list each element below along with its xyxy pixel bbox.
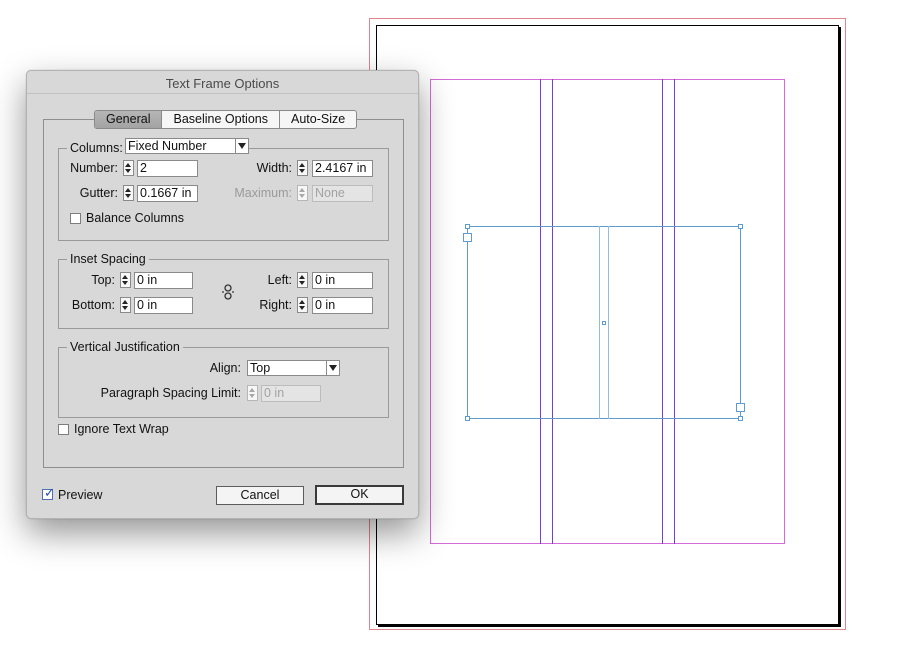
resize-handle-top-right[interactable] bbox=[738, 224, 743, 229]
ignore-text-wrap-checkbox[interactable] bbox=[58, 424, 69, 435]
tab-general[interactable]: General bbox=[95, 111, 163, 128]
inset-bottom-field[interactable]: 0 in bbox=[134, 297, 193, 314]
maximum-stepper bbox=[297, 185, 308, 201]
preview-label: Preview bbox=[58, 488, 103, 502]
inset-right-field[interactable]: 0 in bbox=[312, 297, 373, 314]
inset-bottom-stepper[interactable] bbox=[120, 297, 131, 313]
text-frame-options-dialog: Text Frame Options General Baseline Opti… bbox=[26, 70, 419, 519]
title-separator bbox=[27, 93, 418, 94]
cancel-button[interactable]: Cancel bbox=[216, 486, 304, 505]
gutter-label: Gutter: bbox=[79, 186, 118, 200]
resize-handle-bottom-left[interactable] bbox=[465, 416, 470, 421]
inset-left-label: Left: bbox=[267, 273, 292, 287]
frame-center-point bbox=[602, 321, 606, 325]
preview-checkbox[interactable]: ✓ bbox=[42, 485, 55, 500]
columns-type-select[interactable]: Fixed Number bbox=[125, 138, 249, 154]
chain-link-icon[interactable] bbox=[221, 284, 235, 303]
paragraph-spacing-stepper bbox=[247, 385, 258, 401]
checkmark-icon: ✓ bbox=[44, 485, 55, 500]
balance-columns-checkbox[interactable] bbox=[70, 213, 81, 224]
inset-top-field[interactable]: 0 in bbox=[134, 272, 193, 289]
columns-header: Columns: bbox=[67, 141, 126, 155]
resize-handle-top-left[interactable] bbox=[465, 224, 470, 229]
paragraph-spacing-label: Paragraph Spacing Limit: bbox=[100, 386, 241, 400]
maximum-label: Maximum: bbox=[234, 186, 292, 200]
gutter-field[interactable]: 0.1667 in bbox=[137, 185, 198, 202]
inset-right-stepper[interactable] bbox=[297, 297, 308, 313]
out-port-handle[interactable] bbox=[736, 403, 745, 412]
number-field[interactable]: 2 bbox=[137, 160, 198, 177]
width-field[interactable]: 2.4167 in bbox=[312, 160, 373, 177]
balance-columns-label: Balance Columns bbox=[86, 211, 184, 225]
inset-spacing-title: Inset Spacing bbox=[67, 252, 149, 266]
in-port-handle[interactable] bbox=[463, 233, 472, 242]
tab-baseline-options[interactable]: Baseline Options bbox=[162, 111, 280, 128]
align-select[interactable]: Top bbox=[247, 360, 340, 376]
columns-label: Columns: bbox=[70, 141, 123, 155]
chevron-down-icon bbox=[235, 139, 248, 153]
ok-button[interactable]: OK bbox=[315, 485, 404, 505]
align-label: Align: bbox=[209, 361, 241, 375]
inset-bottom-label: Bottom: bbox=[71, 298, 115, 312]
number-stepper[interactable] bbox=[123, 160, 134, 176]
text-frame-column-gutter bbox=[608, 226, 609, 419]
width-label: Width: bbox=[256, 161, 292, 175]
inset-left-field[interactable]: 0 in bbox=[312, 272, 373, 289]
inset-top-stepper[interactable] bbox=[120, 272, 131, 288]
gutter-stepper[interactable] bbox=[123, 185, 134, 201]
columns-type-value: Fixed Number bbox=[128, 139, 207, 153]
text-frame-column-gutter bbox=[599, 226, 600, 419]
tab-auto-size[interactable]: Auto-Size bbox=[280, 111, 356, 128]
ignore-text-wrap-label: Ignore Text Wrap bbox=[74, 422, 169, 436]
align-value: Top bbox=[250, 361, 271, 375]
number-label: Number: bbox=[70, 161, 118, 175]
maximum-field: None bbox=[312, 185, 373, 202]
width-stepper[interactable] bbox=[297, 160, 308, 176]
inset-left-stepper[interactable] bbox=[297, 272, 308, 288]
resize-handle-bottom-right[interactable] bbox=[738, 416, 743, 421]
dialog-title: Text Frame Options bbox=[165, 76, 280, 91]
tab-bar: General Baseline Options Auto-Size bbox=[94, 110, 358, 129]
inset-right-label: Right: bbox=[259, 298, 292, 312]
chevron-down-icon bbox=[326, 361, 339, 375]
vertical-justification-group: Vertical Justification bbox=[58, 340, 389, 418]
paragraph-spacing-field: 0 in bbox=[261, 385, 321, 402]
vertical-justification-title: Vertical Justification bbox=[67, 340, 183, 354]
inset-top-label: Top: bbox=[91, 273, 115, 287]
